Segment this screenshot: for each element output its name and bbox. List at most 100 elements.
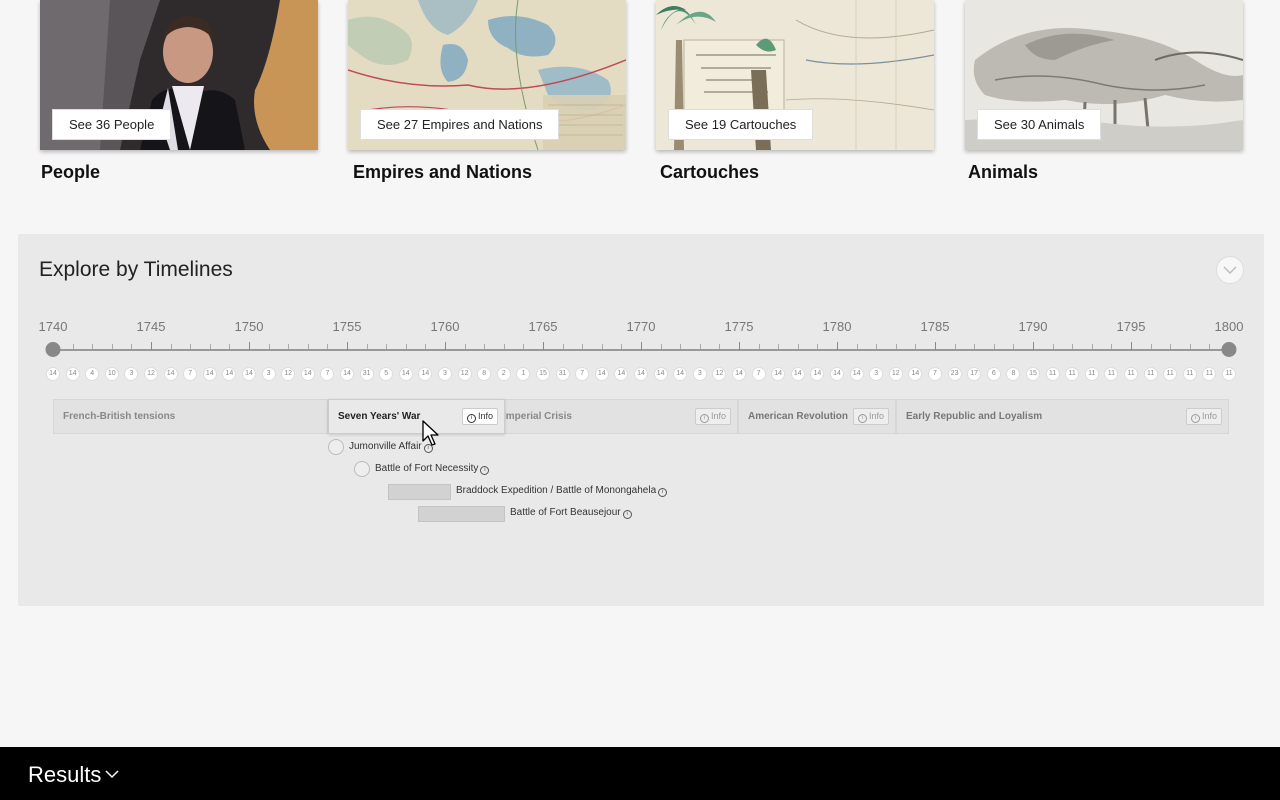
range-start-handle[interactable]	[45, 342, 61, 357]
period-info-button[interactable]: i Info	[1185, 408, 1222, 425]
year-count-badge: 11	[1084, 367, 1099, 381]
year-count-badge: 2	[496, 367, 511, 381]
axis-tick	[935, 342, 936, 350]
card-cartouches: See 19 Cartouches Cartouches	[656, 0, 936, 182]
see-cartouches-button[interactable]: See 19 Cartouches	[668, 109, 814, 140]
axis-tick	[856, 344, 858, 349]
year-label: 1770	[626, 319, 656, 334]
axis-tick	[699, 344, 701, 349]
axis-tick	[562, 344, 564, 349]
period-label: Early Republic and Loyalism	[906, 411, 1043, 422]
axis-tick	[1111, 344, 1113, 349]
year-count-badge: 14	[732, 367, 746, 381]
info-icon[interactable]: i	[622, 510, 632, 519]
axis-tick	[347, 342, 348, 350]
year-count-badge: 14	[398, 367, 413, 381]
axis-tick	[601, 344, 603, 349]
info-label: Info	[1201, 411, 1217, 421]
year-label: 1775	[724, 319, 754, 334]
axis-tick	[327, 344, 329, 349]
year-count-badge: 1	[516, 367, 531, 381]
axis-tick	[268, 344, 270, 349]
axis-tick	[1052, 344, 1054, 349]
year-count-badge: 11	[1124, 367, 1138, 381]
year-count-badge: 14	[242, 367, 256, 381]
year-count-badge: 14	[300, 367, 315, 381]
period-seven-years-war[interactable]: Seven Years' War i Info	[328, 399, 505, 434]
year-count-badge: 14	[849, 367, 864, 381]
axis-tick	[131, 344, 133, 349]
range-end-handle[interactable]	[1221, 342, 1237, 357]
period-early-republic-and-loyalism[interactable]: Early Republic and Loyalism i Info	[896, 399, 1229, 434]
animals-thumbnail[interactable]: See 30 Animals	[965, 0, 1243, 150]
axis-tick	[582, 344, 584, 349]
empires-thumbnail[interactable]: See 27 Empires and Nations	[348, 0, 626, 150]
event-duration-bar	[388, 484, 451, 500]
results-label: Results	[28, 762, 102, 787]
year-count-badge: 11	[1202, 367, 1217, 381]
period-label: French-British tensions	[63, 411, 176, 422]
axis-tick	[641, 342, 642, 350]
card-title: Empires and Nations	[353, 162, 533, 182]
see-empires-button[interactable]: See 27 Empires and Nations	[360, 109, 560, 140]
period-american-revolution[interactable]: American Revolution i Info	[738, 399, 896, 434]
axis-tick	[503, 344, 505, 349]
timeline-panel: Explore by Timelines 1740 1745 1750 1755 176…	[18, 234, 1264, 606]
year-count-badge: 4	[85, 367, 100, 381]
axis-tick	[621, 344, 623, 349]
axis-tick	[366, 344, 368, 349]
year-label: 1740	[38, 319, 68, 334]
see-people-button[interactable]: See 36 People	[52, 109, 172, 140]
event-marker	[354, 461, 370, 477]
year-count-badge: 14	[418, 367, 433, 381]
year-count-badge: 17	[967, 367, 982, 381]
year-label: 1750	[234, 319, 264, 334]
info-icon: i	[1190, 414, 1200, 423]
results-toggle-button[interactable]: Results	[28, 762, 119, 788]
axis-tick	[1091, 344, 1093, 349]
cartouches-thumbnail[interactable]: See 19 Cartouches	[656, 0, 934, 150]
axis-tick	[445, 342, 446, 350]
card-people: See 36 People People	[40, 0, 320, 182]
period-info-button[interactable]: i Info	[694, 408, 731, 425]
year-count-badge: 12	[144, 367, 158, 381]
people-thumbnail[interactable]: See 36 People	[40, 0, 318, 150]
year-count-badge: 12	[281, 367, 296, 381]
year-count-badge: 10	[104, 367, 119, 381]
chevron-down-icon	[1223, 266, 1237, 274]
year-label: 1785	[920, 319, 950, 334]
see-animals-button[interactable]: See 30 Animals	[977, 109, 1102, 140]
year-count-badge: 12	[712, 367, 727, 381]
year-count-badge: 14	[634, 367, 648, 381]
axis-tick	[680, 344, 682, 349]
year-count-badge: 14	[771, 367, 786, 381]
axis-tick	[719, 344, 721, 349]
info-label: Info	[477, 411, 493, 421]
axis-tick	[425, 344, 427, 349]
year-count-badge: 11	[1143, 367, 1158, 381]
period-info-button[interactable]: i Info	[461, 408, 498, 425]
year-count-badge: 3	[692, 367, 707, 381]
year-label: 1765	[528, 319, 558, 334]
axis-tick	[915, 344, 917, 349]
year-count-badge: 14	[594, 367, 609, 381]
year-count-badge: 8	[477, 367, 492, 381]
period-info-button[interactable]: i Info	[852, 408, 889, 425]
year-count-badge: 11	[1182, 367, 1197, 381]
info-icon[interactable]: i	[480, 466, 490, 475]
info-icon: i	[699, 414, 709, 423]
year-count-badge: 7	[928, 367, 942, 381]
period-french-british-tensions[interactable]: French-British tensions	[53, 399, 328, 434]
event-label: Battle of Fort Necessity	[375, 463, 479, 474]
axis-tick	[954, 344, 956, 349]
info-icon: i	[466, 414, 476, 423]
info-icon[interactable]: i	[658, 488, 668, 497]
axis-tick	[758, 344, 760, 349]
axis-tick	[405, 344, 407, 349]
year-count-badge: 12	[457, 367, 472, 381]
axis-tick	[1170, 344, 1172, 349]
period-imperial-crisis[interactable]: Imperial Crisis i Info	[486, 399, 738, 434]
collapse-toggle-button[interactable]	[1216, 256, 1244, 284]
axis-tick	[660, 344, 662, 349]
period-label: Seven Years' War	[338, 411, 421, 422]
